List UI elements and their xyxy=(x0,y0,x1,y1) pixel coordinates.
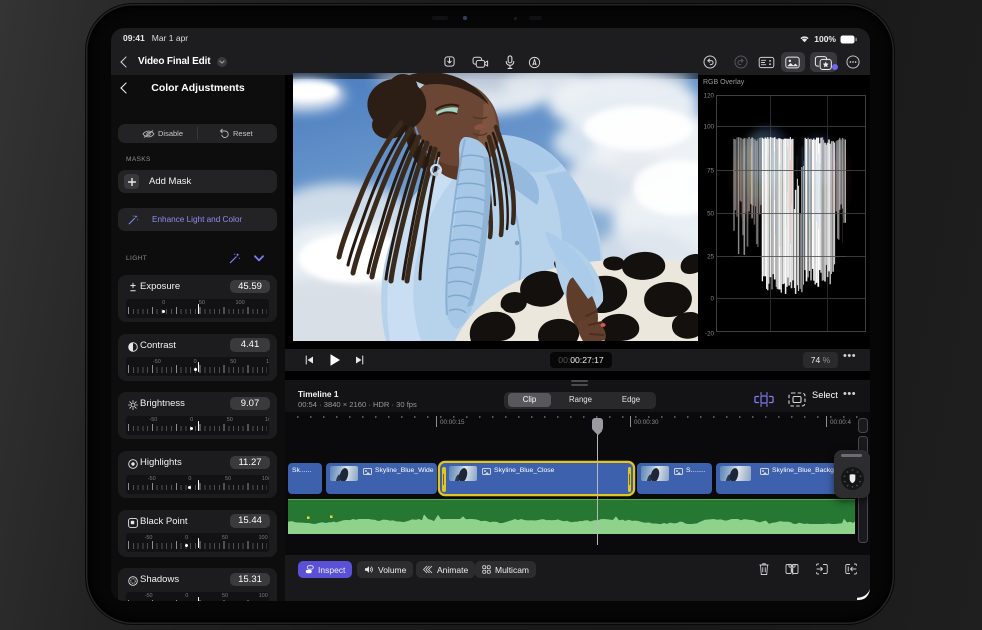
svg-text:25: 25 xyxy=(707,254,714,261)
svg-text:75: 75 xyxy=(707,168,714,175)
svg-text:-20: -20 xyxy=(705,331,715,338)
svg-text:100: 100 xyxy=(704,124,715,131)
svg-text:0: 0 xyxy=(711,296,715,303)
svg-text:120: 120 xyxy=(704,93,715,100)
svg-text:50: 50 xyxy=(707,211,714,218)
